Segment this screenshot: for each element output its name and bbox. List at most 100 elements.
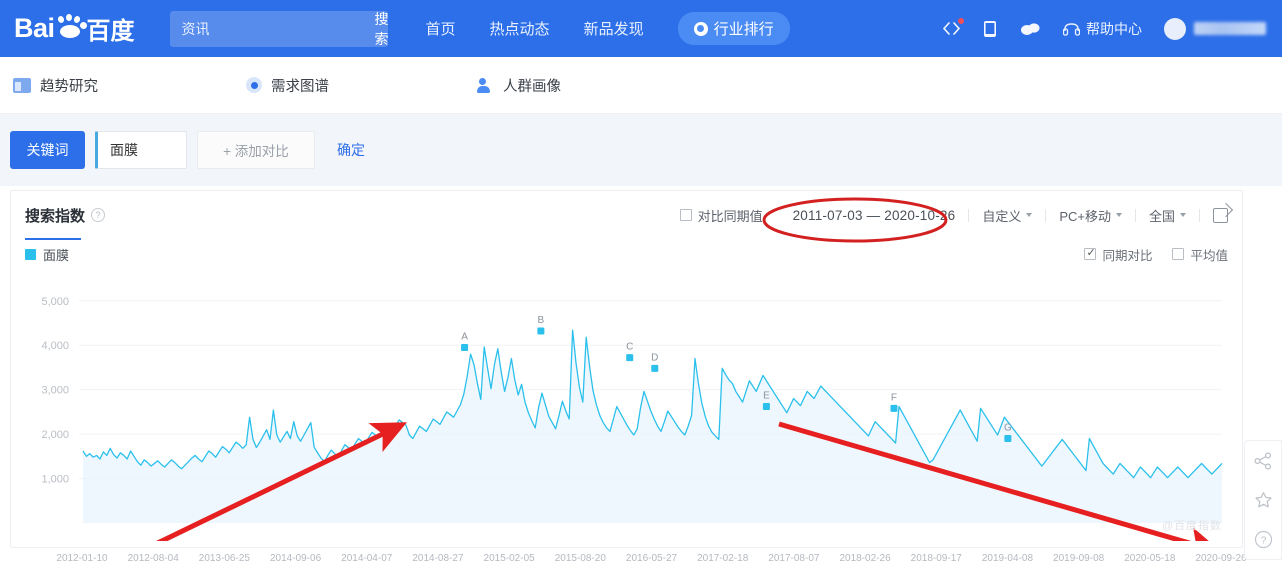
chart-point-marker <box>626 354 634 362</box>
compare-period-checkbox[interactable]: 对比同期值 <box>679 206 763 225</box>
code-icon[interactable] <box>942 18 964 37</box>
chart-x-axis: 2012-01-10 2012-08-04 2013-06-25 2014-09-06… <box>0 548 1282 574</box>
svg-text:1,000: 1,000 <box>41 474 69 486</box>
date-range-highlight-ellipse <box>762 197 948 243</box>
x-axis-tick-label: 2018-09-17 <box>910 553 962 564</box>
chart-point-label: D <box>651 352 658 363</box>
x-axis-tick-label: 2012-08-04 <box>127 553 179 564</box>
keyword-tab-button[interactable]: 关键词 <box>10 131 85 169</box>
search-button[interactable]: 搜索 <box>375 9 389 49</box>
sidebar-item-demand-graph[interactable]: 需求图谱 <box>246 75 329 96</box>
x-axis-tick-label: 2019-09-08 <box>1053 553 1105 564</box>
nav-item-home[interactable]: 首页 <box>426 18 456 39</box>
chart-point-marker <box>651 364 659 372</box>
mobile-icon[interactable] <box>983 20 997 38</box>
svg-text:4,000: 4,000 <box>41 340 69 352</box>
x-axis-tick-label: 2014-09-06 <box>269 553 322 564</box>
trend-chart[interactable]: 1,000 2,000 3,000 4,000 5,000 A B C D E F G @百度指数 <box>11 269 1244 541</box>
x-axis-tick-label: 2013-06-25 <box>198 553 250 564</box>
info-icon[interactable]: ? <box>91 208 106 222</box>
sidebar-item-trend-research[interactable]: 趋势研究 <box>13 75 98 96</box>
x-axis-tick-label: 2017-08-07 <box>768 553 820 564</box>
nav-item-hotspots[interactable]: 热点动态 <box>490 18 550 39</box>
search-box[interactable]: 搜索 <box>169 9 389 49</box>
search-input[interactable] <box>169 11 375 46</box>
average-checkbox[interactable]: 平均值 <box>1172 245 1228 264</box>
svg-text:5,000: 5,000 <box>41 296 69 308</box>
chart-point-marker <box>537 327 545 335</box>
compare-period-label: 对比同期值 <box>697 208 763 224</box>
legend-options: 同期对比 平均值 <box>1084 245 1228 264</box>
chevron-down-icon <box>1180 213 1186 217</box>
user-icon <box>477 77 494 93</box>
svg-text:3,000: 3,000 <box>41 385 69 397</box>
legend-color-swatch <box>25 248 36 260</box>
nav-item-industry-ranking-label: 行业排行 <box>713 21 774 38</box>
svg-text:2,000: 2,000 <box>41 429 69 441</box>
user-profile[interactable] <box>1164 17 1266 40</box>
headset-icon <box>1063 23 1080 36</box>
chevron-down-icon <box>1115 213 1122 217</box>
chart-point-label: E <box>763 391 770 402</box>
chart-svg: 1,000 2,000 3,000 4,000 5,000 A B C D E F G <box>41 296 1223 523</box>
x-axis-tick-label: 2018-02-26 <box>839 553 891 564</box>
question-circle-icon[interactable]: ? <box>1254 530 1273 549</box>
chart-legend: 面膜 同期对比 平均值 <box>11 239 1242 269</box>
chart-point-marker <box>461 343 469 351</box>
chart-point-marker <box>1004 435 1012 443</box>
nav-item-new-products[interactable]: 新品发现 <box>584 18 644 39</box>
star-icon[interactable] <box>1254 491 1273 509</box>
chart-point-label: A <box>461 331 468 342</box>
x-axis-tick-label: 2014-08-27 <box>412 553 464 564</box>
top-right-actions: 帮助中心 <box>942 17 1282 40</box>
divider-2 <box>1045 208 1047 222</box>
divider-1 <box>968 208 970 222</box>
confirm-button[interactable]: 确定 <box>337 140 365 160</box>
same-period-checkbox[interactable]: 同期对比 <box>1084 245 1152 264</box>
divider-4 <box>1199 208 1200 222</box>
card-title-text: 搜索指数 <box>25 207 86 225</box>
checkbox-box <box>679 209 692 221</box>
avatar <box>1164 17 1186 40</box>
legend-item-keyword[interactable]: 面膜 <box>25 245 69 264</box>
share-nodes-icon[interactable] <box>1254 451 1272 470</box>
notification-dot <box>958 18 964 24</box>
date-preset-dropdown[interactable]: 自定义 <box>982 206 1033 225</box>
card-header: 搜索指数 ? 对比同期值 2011-07-03 — 2020-10-26 自定义… <box>11 191 1242 240</box>
region-dropdown[interactable]: 全国 <box>1149 206 1186 225</box>
sub-nav-bar: 趋势研究 需求图谱 人群画像 <box>0 57 1282 114</box>
top-nav: 首页 热点动态 新品发现 行业排行 <box>426 12 790 45</box>
logo-cn-text: 百度 <box>86 18 135 45</box>
help-center-link[interactable]: 帮助中心 <box>1063 19 1142 39</box>
chart-point-label: G <box>1004 423 1012 434</box>
chart-icon <box>13 77 31 93</box>
device-dropdown[interactable]: PC+移动 <box>1059 206 1122 225</box>
top-header-bar: Bai 百度 搜索 首页 热点动态 新品发现 行业排行 <box>0 0 1282 57</box>
share-external-icon[interactable] <box>1213 207 1228 223</box>
keyword-input[interactable]: 面膜 <box>95 131 187 169</box>
add-comparison-button[interactable]: + 添加对比 <box>197 131 315 169</box>
sub-nav-label-audience: 人群画像 <box>503 78 561 95</box>
cloud-icon[interactable] <box>1019 21 1041 37</box>
user-name-blurred <box>1194 22 1266 35</box>
sidebar-item-audience-profile[interactable]: 人群画像 <box>477 75 561 96</box>
checkbox-box-checked <box>1084 246 1097 260</box>
x-axis-tick-label: 2019-04-08 <box>981 553 1034 564</box>
search-index-card: 搜索指数 ? 对比同期值 2011-07-03 — 2020-10-26 自定义… <box>10 190 1243 548</box>
checkbox-box <box>1172 248 1185 260</box>
compass-icon <box>693 21 708 36</box>
x-axis-tick-label: 2020-09-26 <box>1195 553 1247 564</box>
same-period-label: 同期对比 <box>1102 248 1153 263</box>
nav-item-industry-ranking[interactable]: 行业排行 <box>677 12 790 45</box>
sub-nav-label-demand: 需求图谱 <box>271 78 329 95</box>
x-axis-tick-label: 2012-01-10 <box>56 553 108 564</box>
logo-text: Bai <box>14 13 55 43</box>
chart-point-label: B <box>538 315 545 326</box>
date-preset-label: 自定义 <box>982 208 1022 224</box>
x-axis-tick-label: 2016-05-27 <box>625 553 678 564</box>
chart-point-marker <box>890 404 898 412</box>
region-label: 全国 <box>1148 208 1175 224</box>
chevron-down-icon <box>1026 213 1033 217</box>
x-axis-tick-label: 2020-05-18 <box>1124 553 1176 564</box>
baidu-logo[interactable]: Bai 百度 <box>14 9 135 49</box>
